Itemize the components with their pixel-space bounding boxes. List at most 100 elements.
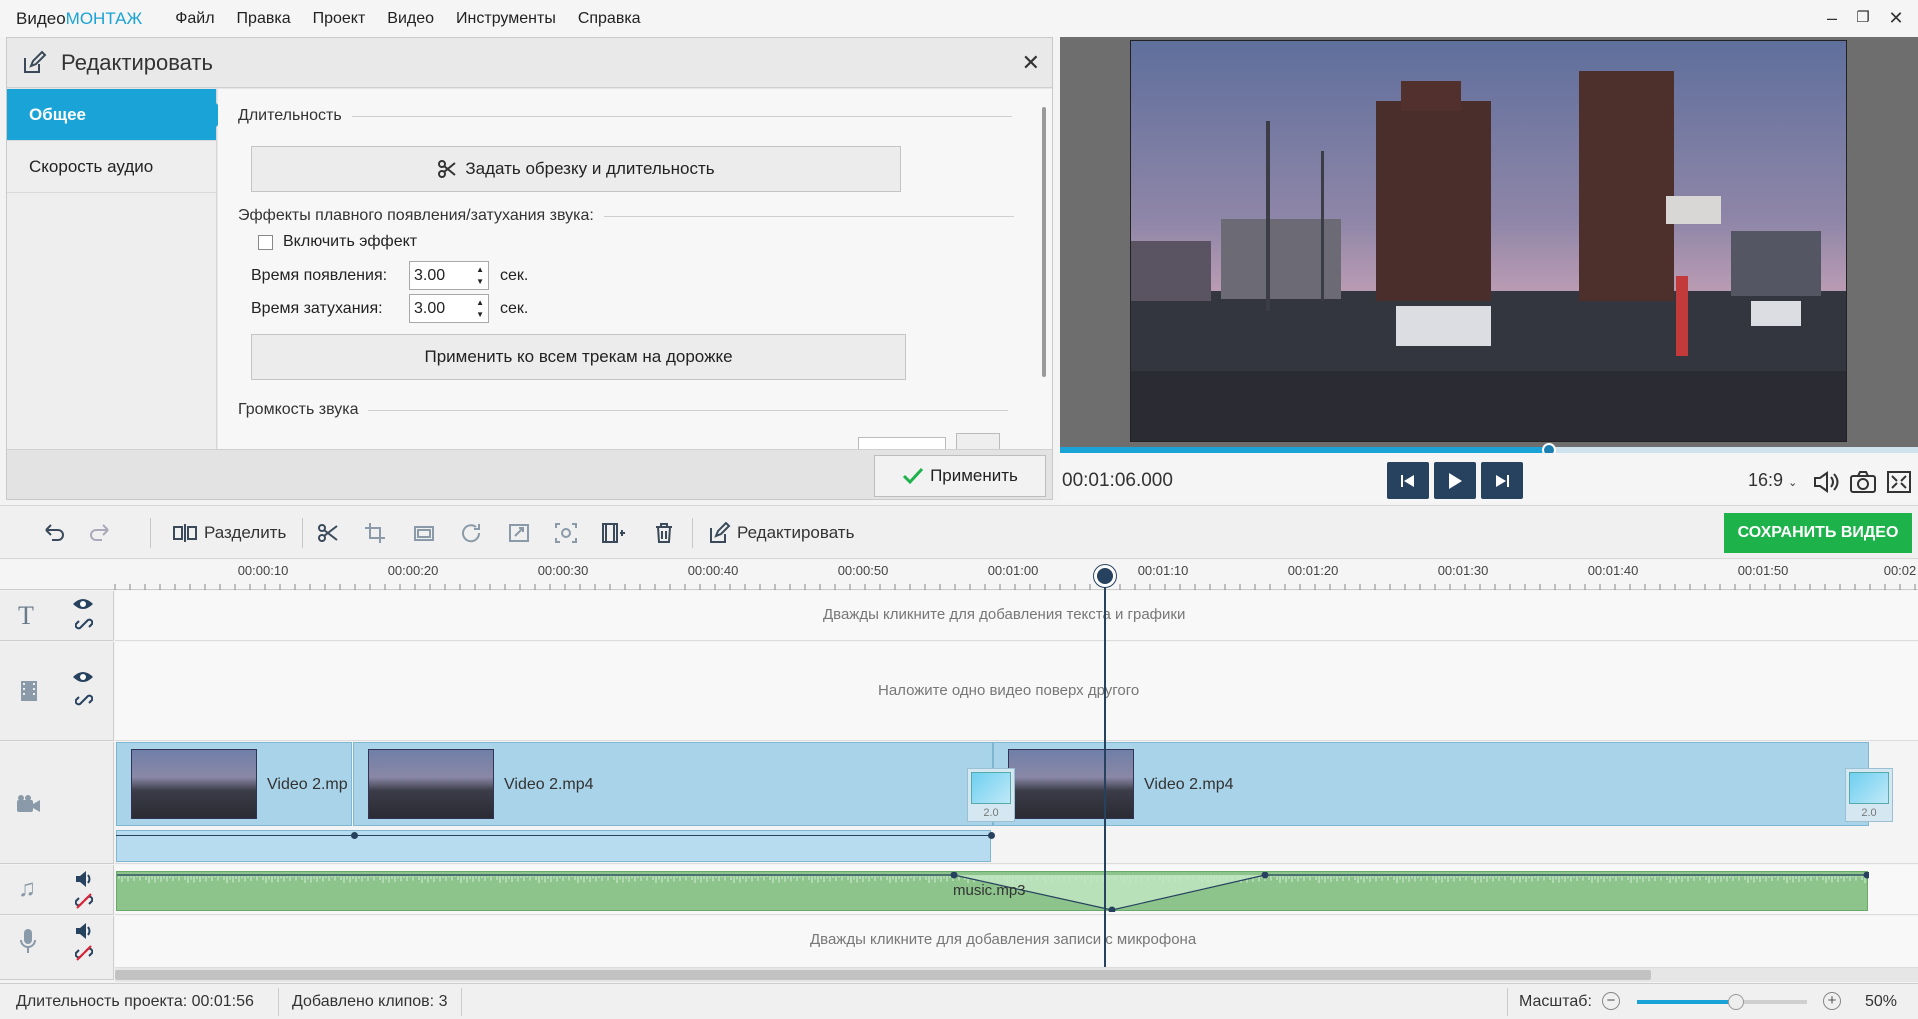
timeline-scrollbar[interactable] xyxy=(115,968,1918,982)
video-frame-image xyxy=(1131,41,1846,441)
camera-icon[interactable] xyxy=(1849,470,1877,494)
split-icon xyxy=(173,524,197,542)
mic-track[interactable]: Дважды кликните для добавления записи с … xyxy=(115,916,1918,968)
microphone-icon xyxy=(20,929,36,953)
save-video-button[interactable]: СОХРАНИТЬ ВИДЕО xyxy=(1724,513,1912,553)
playhead-handle[interactable] xyxy=(1094,565,1116,587)
aspect-ratio-select[interactable]: 16:9 ⌄ xyxy=(1748,470,1797,491)
scrollbar-thumb[interactable] xyxy=(115,970,1651,980)
crop-button[interactable] xyxy=(364,520,388,546)
edit-label: Редактировать xyxy=(737,523,855,542)
stabilize-icon xyxy=(555,523,577,543)
scale-label: Масштаб: xyxy=(1519,993,1592,1010)
clip-audio-bar[interactable] xyxy=(116,830,995,862)
ruler-label: 00:01:30 xyxy=(1437,563,1489,578)
link-icon[interactable] xyxy=(75,615,93,633)
play-button[interactable] xyxy=(1434,462,1476,499)
video-clip[interactable]: Video 2.mp4 xyxy=(353,742,993,826)
rotate-button[interactable] xyxy=(460,520,484,546)
menu-video[interactable]: Видео xyxy=(387,10,434,28)
next-button[interactable] xyxy=(1481,462,1523,499)
transition[interactable]: 2.0 xyxy=(1845,768,1893,822)
unlink-icon[interactable] xyxy=(75,892,93,910)
video-clip[interactable]: Video 2.mp xyxy=(116,742,352,826)
rotate-icon xyxy=(462,524,481,543)
cut-button[interactable] xyxy=(316,520,340,546)
close-icon[interactable]: ✕ xyxy=(1022,50,1040,76)
nav-audio-speed[interactable]: Скорость аудио xyxy=(7,141,216,193)
spin-up-icon[interactable]: ▲ xyxy=(476,266,484,274)
link-icon[interactable] xyxy=(75,691,93,709)
zoom-slider[interactable] xyxy=(1637,994,1807,1010)
edit-button[interactable]: Редактировать xyxy=(707,520,854,546)
trim-button[interactable]: Задать обрезку и длительность xyxy=(251,146,901,192)
clip-label: Video 2.mp4 xyxy=(1144,776,1234,793)
speaker-icon[interactable] xyxy=(74,922,94,940)
scale-value: 50% xyxy=(1865,993,1898,1010)
film-plus-icon xyxy=(602,523,625,543)
menu-file[interactable]: Файл xyxy=(175,10,214,28)
menu-project[interactable]: Проект xyxy=(313,10,366,28)
video-clip[interactable]: Video 2.mp4 xyxy=(993,742,1869,826)
eye-icon[interactable] xyxy=(72,597,94,611)
clips-count: Добавлено клипов: 3 xyxy=(292,993,448,1010)
timeline-ruler[interactable]: 00:00:10 00:00:20 00:00:30 00:00:40 00:0… xyxy=(0,560,1918,590)
ruler-label: 00:00:30 xyxy=(537,563,589,578)
transition-thumbnail xyxy=(1849,772,1889,804)
text-track-header: T xyxy=(0,591,114,641)
fullscreen-icon[interactable] xyxy=(1886,470,1912,494)
crop-icon xyxy=(365,523,385,543)
resize-icon xyxy=(509,524,529,542)
redo-button[interactable] xyxy=(88,520,114,546)
text-track-hint: Дважды кликните для добавления текста и … xyxy=(823,606,1186,623)
stabilize-button[interactable] xyxy=(554,520,578,546)
film-icon xyxy=(21,681,37,701)
volume-icon[interactable] xyxy=(1812,470,1840,494)
zoom-out-icon[interactable]: − xyxy=(1602,992,1620,1010)
split-button[interactable]: Разделить xyxy=(172,520,286,546)
spin-down-icon[interactable]: ▼ xyxy=(476,311,484,319)
fade-in-input[interactable]: 3.00 ▲ ▼ xyxy=(409,261,489,290)
section-duration: Длительность xyxy=(238,107,1012,125)
eye-icon[interactable] xyxy=(72,670,94,684)
menu-tools[interactable]: Инструменты xyxy=(456,10,556,28)
frame-button[interactable] xyxy=(412,520,436,546)
status-divider xyxy=(278,988,279,1016)
checkmark-icon xyxy=(903,467,924,485)
volume-keyframe[interactable] xyxy=(988,832,995,839)
fade-out-input[interactable]: 3.00 ▲ ▼ xyxy=(409,294,489,323)
volume-button[interactable] xyxy=(956,433,1000,449)
volume-field[interactable] xyxy=(858,437,946,449)
volume-keyframe[interactable] xyxy=(351,832,358,839)
restore-button[interactable]: ❐ xyxy=(1853,8,1873,28)
timecode: 00:01:06.000 xyxy=(1062,470,1173,491)
unlink-icon[interactable] xyxy=(75,944,93,962)
add-clip-button[interactable] xyxy=(601,520,625,546)
ruler-label: 00:00:50 xyxy=(837,563,889,578)
spin-down-icon[interactable]: ▼ xyxy=(476,278,484,286)
menu-edit[interactable]: Правка xyxy=(237,10,291,28)
apply-button[interactable]: Применить xyxy=(874,455,1046,497)
minimize-button[interactable]: – xyxy=(1822,8,1842,28)
scrollbar[interactable] xyxy=(1042,107,1046,377)
apply-all-button[interactable]: Применить ко всем трекам на дорожке xyxy=(251,334,906,380)
undo-button[interactable] xyxy=(40,520,66,546)
zoom-slider-handle[interactable] xyxy=(1727,994,1744,1010)
trim-button-label: Задать обрезку и длительность xyxy=(465,159,715,178)
nav-general[interactable]: Общее xyxy=(7,89,228,141)
resize-button[interactable] xyxy=(507,520,531,546)
transition[interactable]: 2.0 xyxy=(967,768,1015,822)
menu-help[interactable]: Справка xyxy=(578,10,641,28)
video-frame[interactable] xyxy=(1130,40,1847,442)
delete-button[interactable] xyxy=(653,520,675,546)
overlay-track[interactable]: Наложите одно видео поверх другого xyxy=(115,642,1918,741)
zoom-in-icon[interactable]: + xyxy=(1823,992,1841,1010)
prev-button[interactable] xyxy=(1387,462,1429,499)
music-clip[interactable]: music.mp3 xyxy=(116,871,1869,912)
chevron-down-icon: ⌄ xyxy=(1788,477,1798,489)
spin-up-icon[interactable]: ▲ xyxy=(476,299,484,307)
close-window-button[interactable]: ✕ xyxy=(1886,8,1906,28)
enable-effect-checkbox[interactable] xyxy=(258,234,273,250)
text-track[interactable]: Дважды кликните для добавления текста и … xyxy=(115,591,1918,641)
speaker-icon[interactable] xyxy=(74,870,94,888)
